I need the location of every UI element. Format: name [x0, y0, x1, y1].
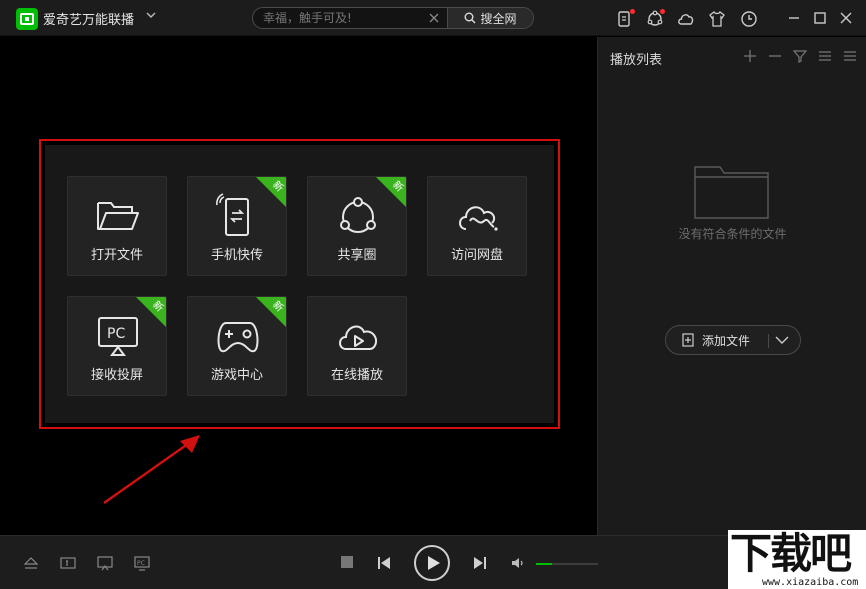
eject-icon[interactable]: [23, 555, 39, 571]
volume-slider[interactable]: [536, 563, 598, 565]
svg-text:PC: PC: [137, 560, 145, 567]
screen-cast-icon[interactable]: [97, 555, 113, 571]
add-file-button-group: 添加文件: [665, 325, 801, 355]
add-file-icon: [682, 333, 694, 347]
search-box: 搜全网: [252, 7, 534, 29]
search-all-button[interactable]: 搜全网: [447, 8, 533, 28]
history-clock-icon[interactable]: [740, 10, 758, 28]
search-input[interactable]: [263, 11, 433, 25]
watermark-url: www.xiazaiba.com: [762, 577, 859, 588]
minimize-icon[interactable]: [786, 10, 802, 26]
play-icon: [428, 556, 440, 570]
stop-icon[interactable]: [340, 555, 354, 569]
app-logo-icon: [16, 8, 38, 30]
empty-playlist-text: 没有符合条件的文件: [678, 227, 787, 241]
watermark: 下载吧 www.xiazaiba.com: [728, 530, 866, 589]
volume-level: [536, 563, 552, 565]
playlist-title: 播放列表: [610, 53, 663, 68]
chevron-down-icon[interactable]: [775, 335, 789, 345]
title-bar: 爱奇艺万能联播 搜全网: [0, 0, 866, 36]
chevron-down-icon[interactable]: [146, 11, 156, 19]
list-icon[interactable]: [818, 49, 832, 63]
divider: [768, 334, 769, 348]
empty-folder-icon: [694, 166, 769, 219]
playlist-sidebar: 播放列表 没有符合条件的文件 添加文件: [597, 37, 866, 535]
volume-icon[interactable]: [510, 555, 526, 571]
skin-shirt-icon[interactable]: [708, 10, 726, 28]
maximize-icon[interactable]: [812, 10, 828, 26]
highlight-box: [39, 139, 560, 429]
next-icon[interactable]: [472, 555, 488, 571]
filter-icon[interactable]: [793, 49, 807, 63]
cloud-icon[interactable]: [677, 10, 695, 28]
notification-dot: [630, 9, 635, 14]
menu-icon[interactable]: [843, 49, 857, 63]
add-file-button[interactable]: 添加文件: [666, 326, 766, 354]
search-icon: [464, 12, 476, 24]
annotation-arrow-icon: [103, 435, 200, 504]
add-file-label: 添加文件: [702, 333, 751, 348]
previous-icon[interactable]: [376, 555, 392, 571]
notification-dot: [660, 9, 665, 14]
subtitle-icon[interactable]: [60, 555, 76, 571]
pc-icon[interactable]: PC: [134, 555, 150, 571]
clear-icon[interactable]: [429, 13, 439, 23]
play-button[interactable]: [414, 545, 450, 581]
close-icon[interactable]: [838, 10, 854, 26]
add-icon[interactable]: [743, 49, 757, 63]
watermark-logo-text: 下载吧: [730, 529, 852, 578]
remove-icon[interactable]: [768, 49, 782, 63]
main-area: 打开文件 手机快传 新 共享圈 新 访问网盘 PC 接收投屏 新 游戏中心 新 …: [0, 37, 597, 535]
app-title[interactable]: 爱奇艺万能联播: [43, 9, 134, 28]
search-button-label: 搜全网: [480, 11, 517, 26]
